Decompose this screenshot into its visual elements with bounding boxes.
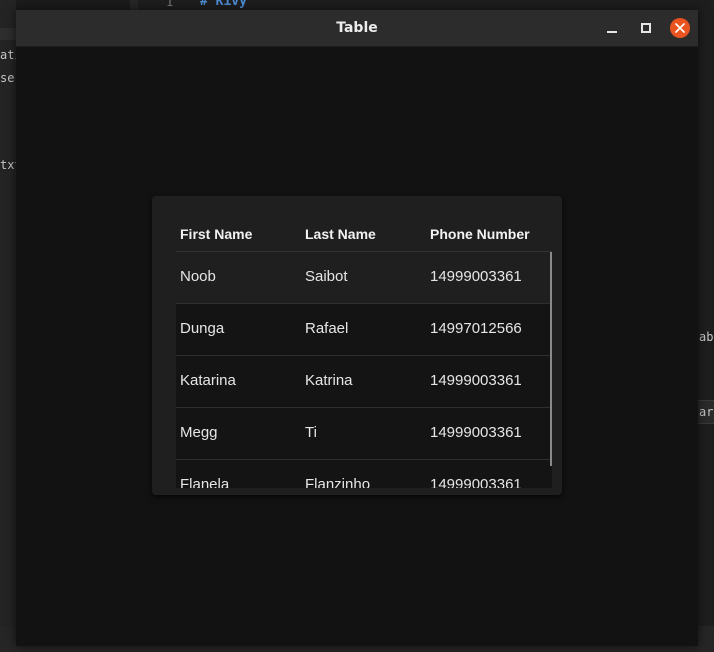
data-table: First Name Last Name Phone Number Noob S… (152, 196, 562, 495)
background-line-number: 1 (166, 0, 174, 9)
cell-first-name: Noob (180, 268, 216, 285)
table-body[interactable]: Noob Saibot 14999003361 Dunga Rafael 149… (176, 252, 552, 488)
cell-first-name: Katarina (180, 372, 236, 389)
table-row[interactable]: Megg Ti 14999003361 (176, 408, 552, 460)
cell-last-name: Flanzinho (305, 476, 371, 488)
window-title: Table (336, 20, 378, 36)
close-button[interactable] (670, 18, 690, 38)
background-left-panel (0, 0, 16, 652)
background-text-fragment: ab (699, 330, 714, 344)
cell-phone-number: 14999003361 (430, 476, 522, 488)
table-scrollbar[interactable] (550, 252, 552, 466)
cell-phone-number: 14999003361 (430, 424, 522, 441)
cell-last-name: Saibot (305, 268, 348, 285)
table-row[interactable]: Flanela Flanzinho 14999003361 (176, 460, 552, 488)
cell-first-name: Megg (180, 424, 218, 441)
cell-last-name: Katrina (305, 372, 353, 389)
column-header-last-name[interactable]: Last Name (305, 226, 376, 242)
cell-first-name: Dunga (180, 320, 225, 337)
close-icon (675, 23, 685, 33)
table-header: First Name Last Name Phone Number (176, 219, 552, 252)
column-header-phone-number[interactable]: Phone Number (430, 226, 530, 242)
window-titlebar[interactable]: Table (16, 10, 698, 47)
cell-last-name: Rafael (305, 320, 349, 337)
background-text-fragment: ar (699, 405, 714, 419)
background-text-fragment: se (0, 71, 15, 85)
app-window: Table First Name Last Name Phone Number … (16, 10, 698, 646)
maximize-button[interactable] (636, 18, 656, 38)
cell-last-name: Ti (305, 424, 317, 441)
cell-phone-number: 14997012566 (430, 320, 522, 337)
table-row[interactable]: Noob Saibot 14999003361 (176, 252, 552, 304)
background-code-comment: # Kivy (200, 0, 247, 9)
column-header-first-name[interactable]: First Name (180, 226, 252, 242)
background-right-panel (698, 0, 714, 652)
table-row[interactable]: Dunga Rafael 14997012566 (176, 304, 552, 356)
gutter-line (130, 0, 138, 10)
cell-phone-number: 14999003361 (430, 268, 522, 285)
table-row[interactable]: Katarina Katrina 14999003361 (176, 356, 552, 408)
cell-first-name: Flanela (180, 476, 230, 488)
minimize-button[interactable] (602, 18, 622, 38)
panel-stripe (0, 28, 16, 40)
cell-phone-number: 14999003361 (430, 372, 522, 389)
